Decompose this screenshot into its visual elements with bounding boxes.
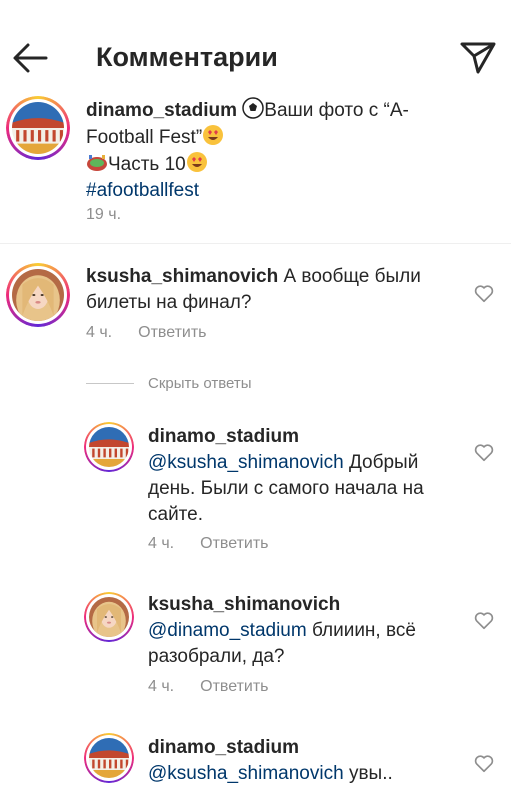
soccer-ball-icon <box>242 97 265 119</box>
reply-button[interactable]: Ответить <box>200 678 268 695</box>
comment-body: А вообще были <box>283 266 421 287</box>
mention-link[interactable]: @ksusha_shimanovich <box>148 452 344 473</box>
page-title: Комментарии <box>96 42 278 72</box>
reply-text: dinamo_stadium @ksusha_shimanovich увы.. <box>148 735 468 787</box>
post-time: 19 ч. <box>86 205 121 225</box>
share-button[interactable] <box>458 38 498 76</box>
stadium-emoji-icon <box>87 155 107 171</box>
arrow-left-icon <box>13 43 48 73</box>
reply-body: сайте. <box>148 504 204 525</box>
reply-body: увы.. <box>343 763 393 784</box>
reply-body: Добрый <box>343 452 419 473</box>
stadium-avatar-icon <box>89 738 129 778</box>
avatar[interactable] <box>6 96 70 160</box>
comment-body: билеты на финал? <box>86 292 252 313</box>
hide-replies-button[interactable]: Скрыть ответы <box>148 374 252 394</box>
user-photo-icon <box>12 269 64 321</box>
heart-eyes-emoji-icon <box>203 125 224 145</box>
timestamp: 4 ч. <box>86 324 113 341</box>
reply-body: день. Были с самого начала на <box>148 478 424 499</box>
reply-meta: 4 ч. Ответить <box>148 677 269 697</box>
stadium-avatar-icon <box>89 427 129 467</box>
paper-plane-icon <box>460 42 496 74</box>
heart-icon[interactable] <box>473 609 495 631</box>
heart-icon[interactable] <box>473 752 495 774</box>
mention-link[interactable]: @ksusha_shimanovich <box>148 763 344 784</box>
reply-body: разобрали, да? <box>148 646 285 667</box>
timestamp: 19 ч. <box>86 206 122 223</box>
timestamp: 4 ч. <box>148 535 175 552</box>
heart-icon[interactable] <box>473 282 495 304</box>
reply-meta: 4 ч. Ответить <box>148 534 269 554</box>
divider <box>86 383 134 384</box>
username[interactable]: ksusha_shimanovich <box>148 592 468 618</box>
reply-button[interactable]: Ответить <box>200 535 268 552</box>
comment-meta: 4 ч. Ответить <box>86 323 207 343</box>
caption-text: Football Fest” <box>86 127 203 148</box>
reply-body: блииин, всё <box>306 620 416 641</box>
stadium-avatar-icon <box>12 102 64 154</box>
divider <box>0 243 511 244</box>
post-caption: dinamo_stadium Ваши фото с “A- Football … <box>86 97 486 204</box>
reply-text: dinamo_stadium @ksusha_shimanovich Добры… <box>148 424 468 528</box>
username[interactable]: dinamo_stadium <box>148 735 468 761</box>
username[interactable]: dinamo_stadium <box>148 424 468 450</box>
avatar[interactable] <box>84 422 134 472</box>
hashtag-link[interactable]: #afootballfest <box>86 180 199 201</box>
app-header: Комментарии <box>0 0 511 100</box>
heart-icon[interactable] <box>473 441 495 463</box>
username[interactable]: ksusha_shimanovich <box>86 266 278 287</box>
user-photo-icon <box>89 597 129 637</box>
avatar[interactable] <box>6 263 70 327</box>
reply-button[interactable]: Ответить <box>138 324 206 341</box>
username[interactable]: dinamo_stadium <box>86 100 237 121</box>
avatar[interactable] <box>84 733 134 783</box>
mention-link[interactable]: @dinamo_stadium <box>148 620 307 641</box>
caption-text: Ваши фото с “A- <box>264 100 409 121</box>
heart-eyes-emoji-icon <box>186 152 207 172</box>
reply-text: ksusha_shimanovich @dinamo_stadium блиии… <box>148 592 468 670</box>
back-button[interactable] <box>10 40 50 76</box>
comment-text: ksusha_shimanovich А вообще были билеты … <box>86 264 446 316</box>
avatar[interactable] <box>84 592 134 642</box>
caption-text: Часть 10 <box>108 154 186 175</box>
timestamp: 4 ч. <box>148 678 175 695</box>
